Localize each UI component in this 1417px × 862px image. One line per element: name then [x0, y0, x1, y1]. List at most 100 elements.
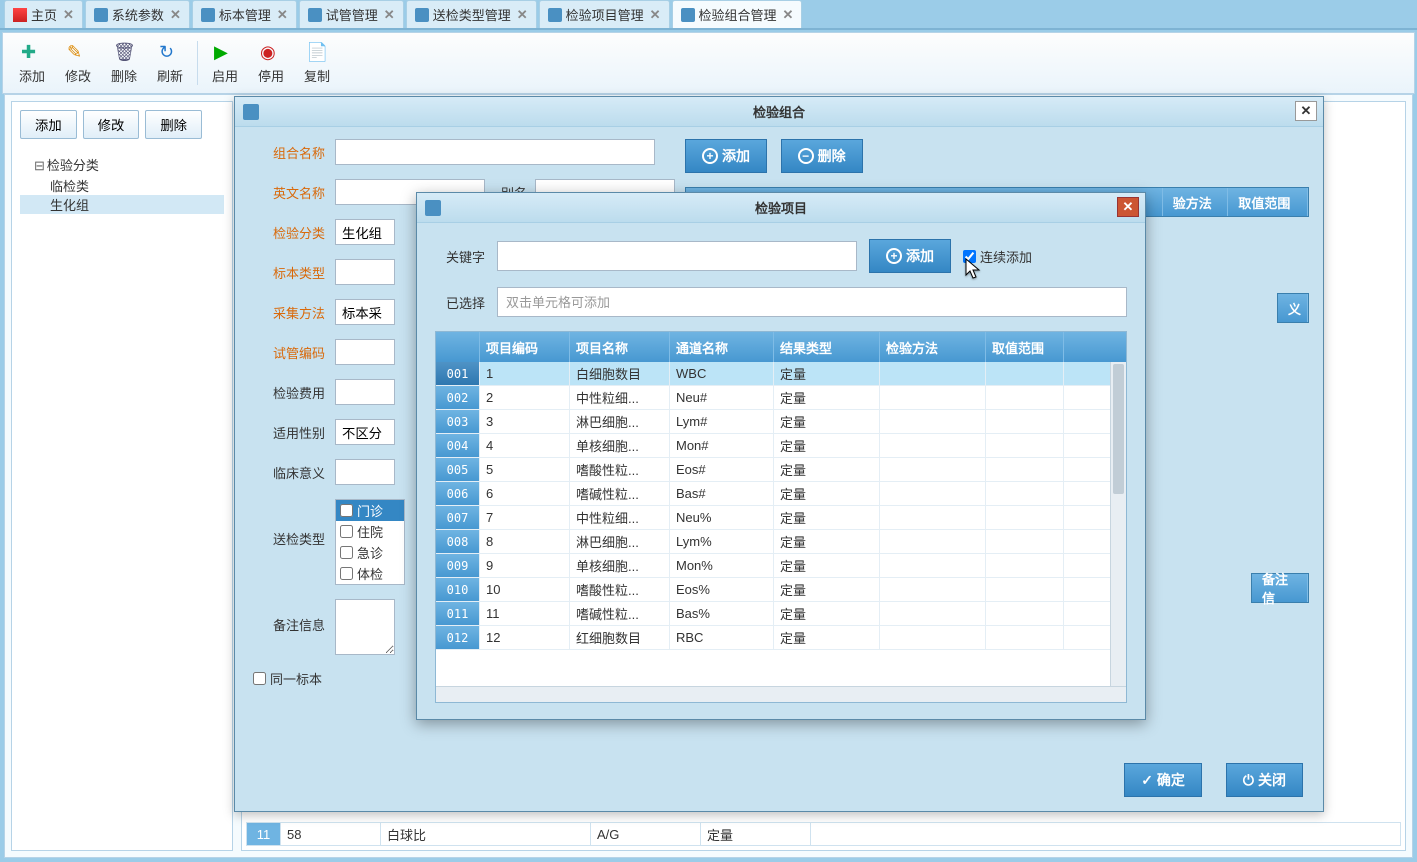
grid-row[interactable]: 0022中性粒细...Neu#定量	[436, 386, 1126, 410]
grid-row[interactable]: 0066嗜碱性粒...Bas#定量	[436, 482, 1126, 506]
input-combo-name[interactable]	[335, 139, 655, 165]
tree-root[interactable]: ⊟检验分类	[20, 153, 224, 176]
tab-icon	[13, 8, 27, 22]
chk-same-spec-box[interactable]	[253, 672, 266, 685]
tab-4[interactable]: 送检类型管理✕	[406, 0, 537, 28]
send-type-item-2[interactable]: 急诊	[336, 542, 404, 563]
cell-range	[986, 626, 1064, 649]
combo-dialog-close-icon[interactable]: ✕	[1295, 101, 1317, 121]
tab-close-icon[interactable]: ✕	[783, 7, 794, 23]
d1-add-label: 添加	[722, 146, 750, 166]
tab-icon	[415, 8, 429, 22]
send-type-checkbox[interactable]	[340, 504, 353, 517]
tab-close-icon[interactable]: ✕	[384, 7, 395, 23]
tab-icon	[308, 8, 322, 22]
item-dialog-close-icon[interactable]: ✕	[1117, 197, 1139, 217]
confirm-button[interactable]: ✓ 确定	[1124, 763, 1202, 797]
combo-dialog-titlebar[interactable]: 检验组合 ✕	[235, 97, 1323, 127]
toolbar-edit-button[interactable]: ✎修改	[55, 35, 101, 91]
cell-channel: Neu%	[670, 506, 774, 529]
vertical-scrollbar[interactable]	[1110, 362, 1126, 686]
grid-row[interactable]: 0033淋巴细胞...Lym#定量	[436, 410, 1126, 434]
horizontal-scrollbar[interactable]	[436, 686, 1126, 702]
col-result[interactable]: 结果类型	[774, 332, 880, 362]
tab-1[interactable]: 系统参数✕	[85, 0, 190, 28]
send-type-checkbox[interactable]	[340, 525, 353, 538]
tab-icon	[201, 8, 215, 22]
toolbar-copy-button[interactable]: 📄复制	[294, 35, 340, 91]
row-index: 008	[436, 530, 480, 553]
chk-continuous-box[interactable]	[963, 250, 976, 263]
close-button[interactable]: ⏻ 关闭	[1226, 763, 1303, 797]
input-spec-type[interactable]	[335, 259, 395, 285]
grid-row[interactable]: 01212红细胞数目RBC定量	[436, 626, 1126, 650]
grid-row[interactable]: 0055嗜酸性粒...Eos#定量	[436, 458, 1126, 482]
cell-range	[986, 578, 1064, 601]
input-collect[interactable]	[335, 299, 395, 325]
input-category[interactable]	[335, 219, 395, 245]
input-fee[interactable]	[335, 379, 395, 405]
col-range[interactable]: 取值范围	[986, 332, 1064, 362]
grid-row[interactable]: 01111嗜碱性粒...Bas%定量	[436, 602, 1126, 626]
input-remark[interactable]	[335, 599, 395, 655]
cell-name: 红细胞数目	[570, 626, 670, 649]
grid-row[interactable]: 0044单核细胞...Mon#定量	[436, 434, 1126, 458]
input-clinical[interactable]	[335, 459, 395, 485]
cell-result: 定量	[774, 578, 880, 601]
grid-row[interactable]: 0099单核细胞...Mon%定量	[436, 554, 1126, 578]
tab-close-icon[interactable]: ✕	[277, 7, 288, 23]
panel-edit-button[interactable]: 修改	[83, 110, 140, 139]
send-type-item-1[interactable]: 住院	[336, 521, 404, 542]
send-type-item-0[interactable]: 门诊	[336, 500, 404, 521]
tab-close-icon[interactable]: ✕	[517, 7, 528, 23]
panel-add-button[interactable]: 添加	[20, 110, 77, 139]
toolbar-disable-button[interactable]: ◉停用	[248, 35, 294, 91]
tree-child-0[interactable]: 临检类	[20, 176, 224, 195]
dialog-icon	[243, 104, 259, 120]
grid-row[interactable]: 0077中性粒细...Neu%定量	[436, 506, 1126, 530]
d1-delete-button[interactable]: −删除	[781, 139, 863, 173]
tab-2[interactable]: 标本管理✕	[192, 0, 297, 28]
cell-result: 定量	[774, 530, 880, 553]
cell-code: 8	[480, 530, 570, 553]
toolbar-refresh-button[interactable]: ↻刷新	[147, 35, 193, 91]
col-name[interactable]: 项目名称	[570, 332, 670, 362]
send-type-item-3[interactable]: 体检	[336, 563, 404, 584]
chk-continuous[interactable]: 连续添加	[963, 247, 1032, 266]
panel-delete-button[interactable]: 删除	[145, 110, 202, 139]
item-dialog-title: 检验项目	[755, 198, 807, 217]
send-type-checkbox[interactable]	[340, 546, 353, 559]
input-gender[interactable]	[335, 419, 395, 445]
input-keyword[interactable]	[497, 241, 857, 271]
col-method[interactable]: 检验方法	[880, 332, 986, 362]
col-channel[interactable]: 通道名称	[670, 332, 774, 362]
grid-row[interactable]: 0088淋巴细胞...Lym%定量	[436, 530, 1126, 554]
col-code[interactable]: 项目编码	[480, 332, 570, 362]
cell-channel: Eos%	[670, 578, 774, 601]
add-icon: ✚	[21, 42, 43, 64]
tab-close-icon[interactable]: ✕	[650, 7, 661, 23]
tab-6[interactable]: 检验组合管理✕	[672, 0, 803, 28]
toolbar-add-button[interactable]: ✚添加	[9, 35, 55, 91]
tab-5[interactable]: 检验项目管理✕	[539, 0, 670, 28]
input-tube[interactable]	[335, 339, 395, 365]
item-dialog-titlebar[interactable]: 检验项目 ✕	[417, 193, 1145, 223]
cell-channel: Bas%	[670, 602, 774, 625]
chk-same-spec[interactable]: 同一标本	[253, 669, 322, 688]
grid-row[interactable]: 01010嗜酸性粒...Eos%定量	[436, 578, 1126, 602]
delete-icon: 🗑	[113, 42, 135, 64]
grid-row[interactable]: 0011白细胞数目WBC定量	[436, 362, 1126, 386]
tab-3[interactable]: 试管管理✕	[299, 0, 404, 28]
d2-add-button[interactable]: +添加	[869, 239, 951, 273]
tree-child-1[interactable]: 生化组	[20, 195, 224, 214]
selected-display[interactable]: 双击单元格可添加	[497, 287, 1127, 317]
scroll-thumb[interactable]	[1113, 364, 1124, 494]
toolbar-delete-button[interactable]: 🗑删除	[101, 35, 147, 91]
tab-close-icon[interactable]: ✕	[170, 7, 181, 23]
cell-name: 单核细胞...	[570, 554, 670, 577]
tab-close-icon[interactable]: ✕	[63, 7, 74, 23]
toolbar-enable-button[interactable]: ▶启用	[202, 35, 248, 91]
tab-0[interactable]: 主页✕	[4, 0, 83, 28]
send-type-checkbox[interactable]	[340, 567, 353, 580]
d1-add-button[interactable]: +添加	[685, 139, 767, 173]
